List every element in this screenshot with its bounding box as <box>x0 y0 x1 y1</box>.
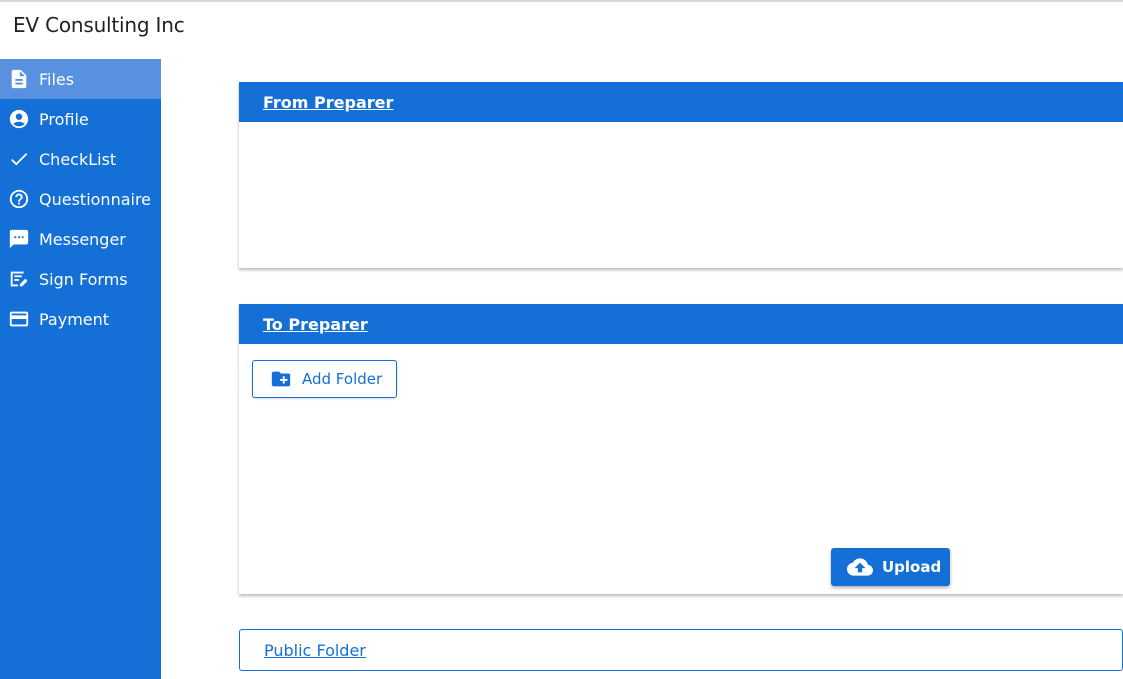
sidebar-item-label: Sign Forms <box>39 269 128 289</box>
sidebar-item-messenger[interactable]: Messenger <box>0 219 161 259</box>
upload-label: Upload <box>882 558 942 576</box>
upload-button[interactable]: Upload <box>831 548 950 586</box>
public-folder-panel: Public Folder <box>239 629 1123 671</box>
sidebar-item-checklist[interactable]: CheckList <box>0 139 161 179</box>
folder-plus-icon <box>271 371 291 387</box>
sidebar-item-sign-forms[interactable]: Sign Forms <box>0 259 161 299</box>
app-title: EV Consulting Inc <box>13 13 185 37</box>
from-preparer-link[interactable]: From Preparer <box>263 93 393 112</box>
panel-header: To Preparer <box>239 304 1123 344</box>
cloud-upload-icon <box>847 558 873 576</box>
sidebar-item-label: Payment <box>39 309 110 329</box>
sidebar-item-files[interactable]: Files <box>0 59 161 99</box>
sidebar-item-questionnaire[interactable]: Questionnaire <box>0 179 161 219</box>
from-preparer-panel: From Preparer <box>239 82 1123 268</box>
top-border <box>0 0 1123 2</box>
check-icon <box>0 148 39 170</box>
message-icon <box>0 228 39 250</box>
sidebar-item-label: Questionnaire <box>39 189 152 209</box>
sign-form-icon <box>0 268 39 290</box>
credit-card-icon <box>0 308 39 330</box>
account-circle-icon <box>0 108 39 130</box>
sidebar-item-label: Profile <box>39 109 89 129</box>
public-folder-link[interactable]: Public Folder <box>264 641 366 660</box>
sidebar-item-payment[interactable]: Payment <box>0 299 161 339</box>
panel-header: From Preparer <box>239 82 1123 122</box>
help-circle-icon <box>0 188 39 210</box>
add-folder-label: Add Folder <box>302 370 383 388</box>
add-folder-button[interactable]: Add Folder <box>252 360 397 398</box>
file-icon <box>0 68 39 90</box>
sidebar-item-label: Messenger <box>39 229 126 249</box>
sidebar-item-label: CheckList <box>39 149 117 169</box>
sidebar: Files Profile CheckList Questionnaire Me… <box>0 59 161 679</box>
to-preparer-panel: To Preparer Add Folder Upload <box>239 304 1123 594</box>
sidebar-item-profile[interactable]: Profile <box>0 99 161 139</box>
sidebar-item-label: Files <box>39 69 75 89</box>
to-preparer-link[interactable]: To Preparer <box>263 315 368 334</box>
